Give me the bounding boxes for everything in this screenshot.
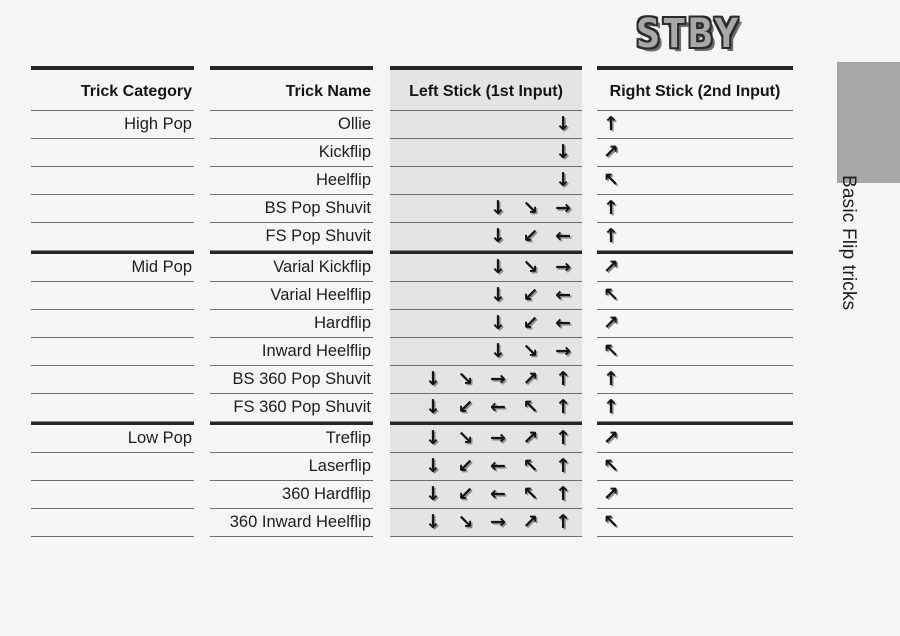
cell-left: ↓ ↘ →	[490, 256, 576, 278]
cell-right: ↑	[603, 368, 622, 390]
cell-name: FS 360 Pop Shuvit	[233, 398, 371, 416]
category-spacer	[31, 338, 194, 365]
cell-left: ↓ ↘ → ↗ ↑	[424, 511, 576, 533]
cell-left: ↓ ↘ →	[490, 340, 576, 362]
cell-right: ↗	[603, 483, 622, 505]
category-spacer	[31, 453, 194, 480]
column-header-left: Left Stick (1st Input)	[409, 83, 563, 100]
cell-left: ↓	[555, 113, 576, 135]
column-header-name: Trick Name	[285, 83, 371, 100]
category-spacer	[31, 310, 194, 337]
cell-name: Varial Kickflip	[273, 258, 371, 276]
column-name: Trick Name Ollie Kickflip Heelflip BS Pop Sh…	[210, 66, 373, 537]
cell-right: ↖	[603, 511, 622, 533]
category-label: Mid Pop	[131, 258, 192, 276]
category-spacer	[31, 195, 194, 222]
cell-left: ↓ ↙ ← ↖ ↑	[424, 396, 576, 418]
cell-right: ↖	[603, 284, 622, 306]
cell-name: Heelflip	[315, 171, 371, 189]
column-left: Left Stick (1st Input) ↓ ↓ ↓ ↓ ↘ → ↓ ↙ ← ↓ ↘ →…	[390, 66, 582, 537]
cell-name: Inward Heelflip	[261, 342, 371, 360]
cell-right: ↗	[603, 256, 622, 278]
cell-left: ↓ ↙ ←	[490, 284, 576, 306]
cell-name: BS Pop Shuvit	[264, 199, 371, 217]
cell-right: ↑	[603, 225, 622, 247]
trick-input-table: Trick Category High Pop Mid Pop Low Pop T…	[0, 0, 900, 636]
cell-right: ↖	[603, 455, 622, 477]
cell-right: ↗	[603, 141, 622, 163]
row-underline	[210, 536, 373, 537]
cell-right: ↑	[603, 197, 622, 219]
cell-right: ↖	[603, 340, 622, 362]
category-spacer	[31, 223, 194, 250]
cell-name: Ollie	[337, 115, 371, 133]
cell-name: FS Pop Shuvit	[265, 227, 371, 245]
cell-left: ↓ ↘ →	[490, 197, 576, 219]
row-underline	[31, 536, 194, 537]
cell-name: Laserflip	[308, 457, 371, 475]
cell-left: ↓ ↘ → ↗ ↑	[424, 427, 576, 449]
category-spacer	[31, 394, 194, 421]
cell-right: ↑	[603, 113, 622, 135]
cell-right: ↗	[603, 312, 622, 334]
category-label: Low Pop	[127, 429, 192, 447]
cell-name: Kickflip	[318, 143, 371, 161]
category-spacer	[31, 366, 194, 393]
cell-right: ↑	[603, 396, 622, 418]
column-header-category: Trick Category	[80, 83, 192, 100]
row-underline	[597, 536, 793, 537]
category-spacer	[31, 167, 194, 194]
cell-left: ↓ ↘ → ↗ ↑	[424, 368, 576, 390]
cell-name: Treflip	[325, 429, 371, 447]
cell-right: ↖	[603, 169, 622, 191]
cell-left: ↓ ↙ ← ↖ ↑	[424, 483, 576, 505]
cell-name: 360 Hardflip	[282, 485, 371, 503]
cell-name: BS 360 Pop Shuvit	[232, 370, 371, 388]
category-spacer	[31, 282, 194, 309]
cell-left: ↓ ↙ ←	[490, 312, 576, 334]
cell-left: ↓ ↙ ←	[490, 225, 576, 247]
row-underline	[390, 536, 582, 537]
cell-right: ↗	[603, 427, 622, 449]
column-category: Trick Category High Pop Mid Pop Low Pop	[31, 66, 194, 537]
cell-name: Varial Heelflip	[270, 286, 371, 304]
category-spacer	[31, 481, 194, 508]
column-header-right: Right Stick (2nd Input)	[609, 83, 781, 100]
cell-name: 360 Inward Heelflip	[229, 513, 371, 531]
cell-name: Hardflip	[314, 314, 371, 332]
category-spacer	[31, 139, 194, 166]
category-label: High Pop	[124, 115, 192, 133]
column-right: Right Stick (2nd Input) ↑ ↗ ↖ ↑ ↑ ↗ ↖ ↗ ↖ ↑ ↑ ↗ ↖ ↗ ↖	[597, 66, 793, 537]
cell-left: ↓	[555, 141, 576, 163]
category-spacer	[31, 509, 194, 536]
cell-left: ↓	[555, 169, 576, 191]
cell-left: ↓ ↙ ← ↖ ↑	[424, 455, 576, 477]
